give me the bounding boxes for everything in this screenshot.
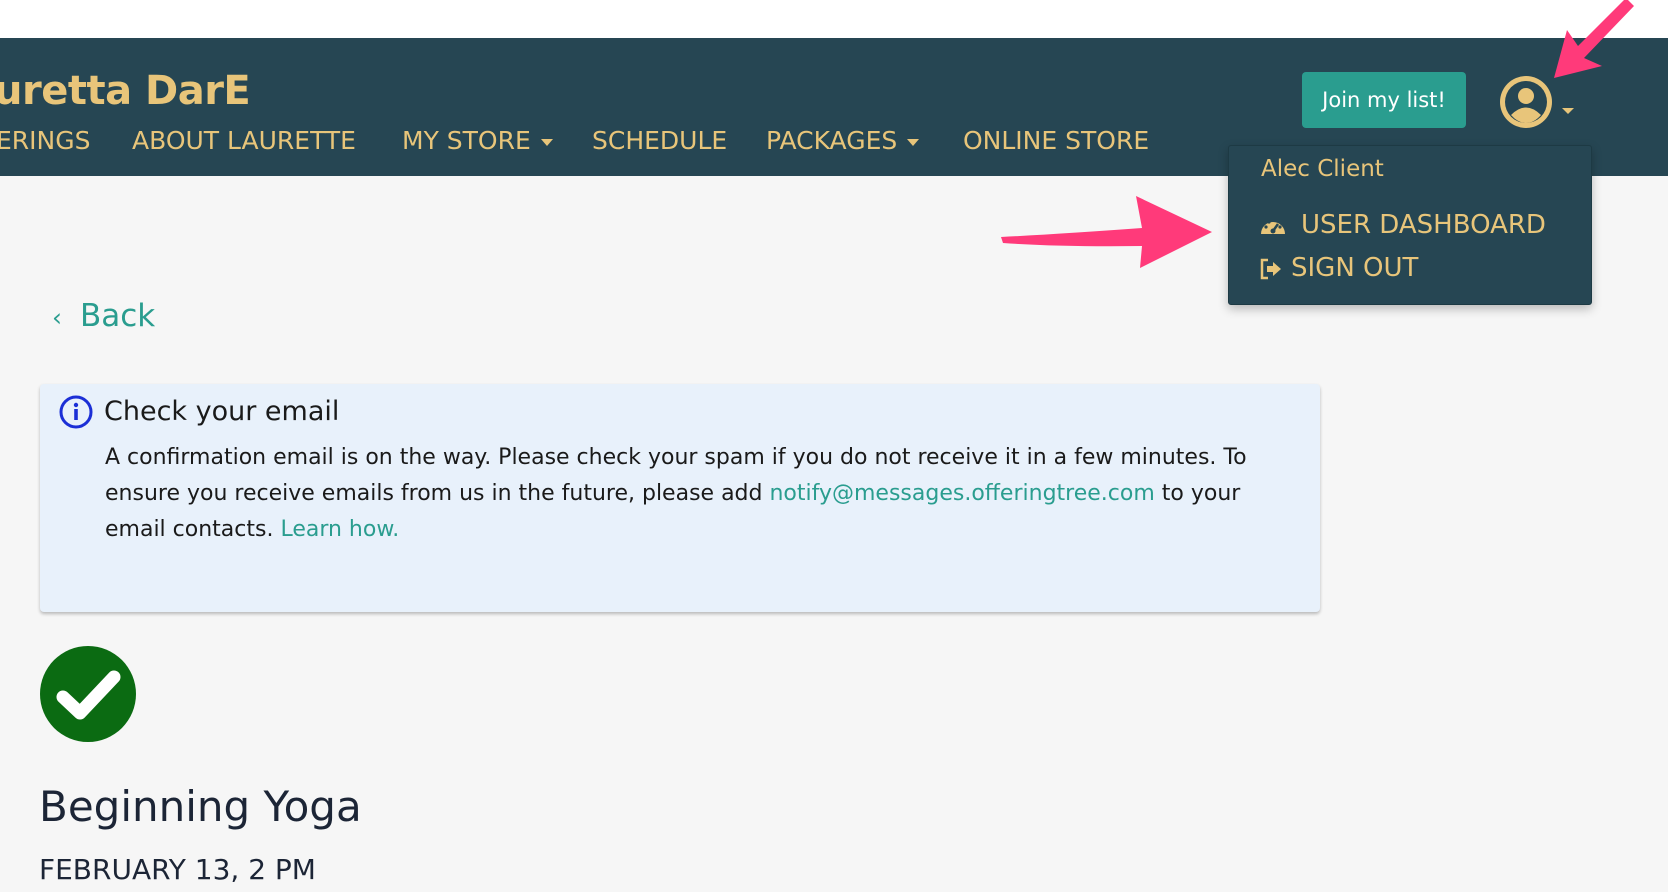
sign-out-icon [1260, 258, 1281, 279]
sign-out-menu-item[interactable]: SIGN OUT [1259, 253, 1418, 287]
nav-item-packages[interactable]: PACKAGES [766, 126, 920, 155]
user-dashboard-menu-item[interactable]: USER DASHBOARD [1259, 210, 1546, 244]
success-check-icon [40, 646, 136, 742]
annotation-arrow-icon [1001, 196, 1212, 268]
alert-body: A confirmation email is on the way. Plea… [105, 440, 1305, 548]
user-name: Alec Client [1261, 156, 1384, 182]
nav-label: ABOUT LAURETTE [132, 126, 356, 155]
learn-how-link[interactable]: Learn how. [280, 517, 399, 542]
back-label: Back [80, 298, 156, 334]
menu-item-label: USER DASHBOARD [1301, 210, 1546, 240]
nav-label: ERINGS [0, 126, 91, 155]
class-title: Beginning Yoga [39, 782, 362, 831]
chevron-down-icon [907, 138, 920, 146]
user-circle-icon [1500, 76, 1552, 128]
back-link[interactable]: ‹ Back [52, 298, 155, 334]
chevron-left-icon: ‹ [52, 303, 62, 332]
nav-label: SCHEDULE [592, 126, 728, 155]
join-list-button[interactable]: Join my list! [1302, 72, 1466, 128]
email-confirmation-alert: Check your email A confirmation email is… [40, 384, 1320, 612]
dashboard-gauge-icon [1261, 219, 1285, 234]
browser-top-margin [0, 0, 1668, 38]
class-date: FEBRUARY 13, 2 PM [39, 853, 316, 886]
user-dropdown-menu: Alec Client USER DASHBOARD SIGN OUT [1228, 145, 1592, 305]
nav-label: PACKAGES [766, 126, 898, 155]
menu-item-label: SIGN OUT [1291, 253, 1419, 283]
alert-title: Check your email [104, 396, 340, 427]
user-menu-toggle[interactable] [1498, 74, 1578, 130]
nav-item-my-store[interactable]: MY STORE [402, 126, 553, 155]
notify-email-link[interactable]: notify@messages.offeringtree.com [769, 481, 1154, 506]
chevron-down-icon [1562, 108, 1574, 114]
nav-label: MY STORE [402, 126, 531, 155]
nav-label: ONLINE STORE [963, 126, 1150, 155]
nav-item-schedule[interactable]: SCHEDULE [592, 126, 727, 155]
nav-item-online-store[interactable]: ONLINE STORE [963, 126, 1149, 155]
chevron-down-icon [540, 138, 553, 146]
info-circle-icon [59, 395, 93, 429]
nav-item-about[interactable]: ABOUT LAURETTE [132, 126, 356, 155]
site-title[interactable]: uretta DarE [0, 68, 251, 114]
nav-item-offerings[interactable]: ERINGS [0, 126, 90, 155]
